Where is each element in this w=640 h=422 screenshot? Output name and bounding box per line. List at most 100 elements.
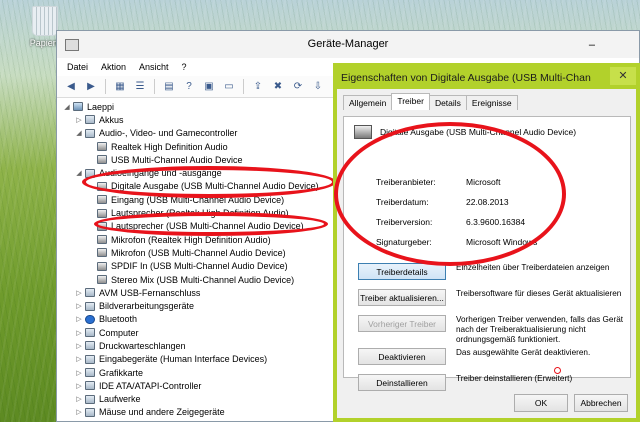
minimize-button[interactable]: – — [589, 39, 595, 51]
expand-arrow-icon[interactable]: ▷ — [75, 342, 83, 350]
stereo-mix-icon — [97, 275, 107, 284]
tree-node[interactable]: ▷ Akkus — [63, 113, 333, 126]
forward-icon[interactable]: ▶ — [83, 79, 99, 94]
tree-node-label: SPDIF In (USB Multi-Channel Audio Device… — [111, 261, 288, 272]
expand-arrow-icon[interactable]: ▷ — [75, 408, 83, 416]
uninstall-button[interactable]: Deinstallieren — [358, 374, 446, 391]
expand-arrow-icon[interactable]: ▷ — [75, 315, 83, 323]
tree-node[interactable]: ▷ Eingabegeräte (Human Interface Devices) — [63, 353, 333, 366]
menu-aktion[interactable]: Aktion — [101, 62, 126, 72]
device-manager-title: Geräte-Manager — [307, 38, 389, 50]
update-driver-row: Treiber aktualisieren... Treibersoftware… — [358, 289, 626, 306]
expand-arrow-icon[interactable]: ▷ — [75, 329, 83, 337]
tree-node[interactable]: ◢ Laeppi — [63, 100, 333, 113]
uninstall-description: Treiber deinstallieren (Erweitert) — [456, 374, 573, 383]
rollback-driver-button[interactable]: Vorheriger Treiber — [358, 315, 446, 332]
driver-details-row: Treiberdetails Einzelheiten über Treiber… — [358, 263, 626, 280]
expand-arrow-icon[interactable]: ▷ — [75, 395, 83, 403]
tree-node[interactable]: ▷ Druckwarteschlangen — [63, 339, 333, 352]
list-view-icon[interactable]: ☰ — [132, 79, 148, 94]
battery-icon — [85, 115, 95, 125]
rollback-driver-row: Vorheriger Treiber Vorherigen Treiber ve… — [358, 315, 626, 345]
toolbar-separator — [105, 79, 106, 94]
scan-hardware-icon[interactable]: ⟳ — [290, 79, 306, 94]
tab-treiber[interactable]: Treiber — [391, 93, 430, 110]
audio-device-icon — [97, 142, 107, 152]
recycle-bin-icon — [32, 6, 58, 36]
tree-node[interactable]: Mikrofon (USB Multi-Channel Audio Device… — [63, 246, 333, 259]
expand-arrow-icon[interactable]: ▷ — [75, 116, 83, 124]
driver-details-button[interactable]: Treiberdetails — [358, 263, 446, 280]
tab-ereignisse[interactable]: Ereignisse — [465, 95, 518, 110]
ok-button[interactable]: OK — [514, 394, 568, 412]
tree-node[interactable]: SPDIF In (USB Multi-Channel Audio Device… — [63, 260, 333, 273]
disable-device-description: Das ausgewählte Gerät deaktivieren. — [456, 348, 591, 357]
computer-icon — [85, 328, 95, 338]
tree-node-label: Akkus — [99, 114, 124, 125]
uninstall-icon[interactable]: ✖ — [270, 79, 286, 94]
tree-node-label: Laeppi — [87, 101, 115, 112]
tree-node[interactable]: ▷ Grafikkarte — [63, 366, 333, 379]
tree-node-label: Stereo Mix (USB Multi-Channel Audio Devi… — [111, 274, 295, 285]
tree-node-label: Mäuse und andere Zeigegeräte — [99, 407, 225, 418]
menu-ansicht[interactable]: Ansicht — [139, 62, 169, 72]
properties-view-icon[interactable]: ▦ — [112, 79, 128, 94]
tree-node[interactable]: ▷ AVM USB-Fernanschluss — [63, 286, 333, 299]
tree-node[interactable]: ▷ Mäuse und andere Zeigegeräte — [63, 406, 333, 419]
ide-controller-icon — [85, 381, 95, 391]
panel-icon[interactable]: ▣ — [201, 79, 217, 94]
expand-arrow-icon[interactable]: ▷ — [75, 355, 83, 363]
annotation-dot — [554, 367, 561, 374]
tree-node-label: Bildverarbeitungsgeräte — [99, 301, 195, 312]
tree-node-label: Mikrofon (USB Multi-Channel Audio Device… — [111, 247, 286, 258]
usb-icon — [85, 288, 95, 298]
spdif-icon — [97, 261, 107, 271]
toolbar-separator — [154, 79, 155, 94]
close-button[interactable]: ✕ — [610, 67, 636, 85]
expand-arrow-icon[interactable]: ▷ — [75, 382, 83, 390]
annotation-ellipse — [82, 166, 336, 198]
device-tree: ◢ Laeppi ▷ Akkus ◢ Audio-, Video- und Gamecon… — [63, 100, 333, 419]
device-manager-titlebar[interactable]: Geräte-Manager – — [57, 31, 639, 58]
enable-device-icon[interactable]: ⇩ — [310, 79, 326, 94]
speaker-icon — [97, 208, 107, 218]
expand-arrow-icon[interactable]: ◢ — [63, 103, 71, 111]
tree-node[interactable]: ▷ Bildverarbeitungsgeräte — [63, 299, 333, 312]
disable-device-button[interactable]: Deaktivieren — [358, 348, 446, 365]
expand-arrow-icon[interactable]: ▷ — [75, 289, 83, 297]
tree-node[interactable]: Realtek High Definition Audio — [63, 140, 333, 153]
bluetooth-icon — [85, 314, 95, 324]
tab-allgemein[interactable]: Allgemein — [343, 95, 393, 110]
tree-node[interactable]: ▷ Laufwerke — [63, 393, 333, 406]
menu-help[interactable]: ? — [182, 62, 187, 72]
expand-arrow-icon[interactable]: ◢ — [75, 169, 83, 177]
menu-datei[interactable]: Datei — [67, 62, 88, 72]
back-icon[interactable]: ◀ — [63, 79, 79, 94]
toolbar-separator — [243, 79, 244, 94]
expand-arrow-icon[interactable]: ▷ — [75, 302, 83, 310]
update-driver-button[interactable]: Treiber aktualisieren... — [358, 289, 446, 306]
expand-arrow-icon[interactable]: ◢ — [75, 129, 83, 137]
tree-node-label: AVM USB-Fernanschluss — [99, 287, 201, 298]
tree-node-label: Bluetooth — [99, 314, 138, 325]
tree-node-label: IDE ATA/ATAPI-Controller — [99, 380, 202, 391]
tree-node[interactable]: Stereo Mix (USB Multi-Channel Audio Devi… — [63, 273, 333, 286]
properties-titlebar[interactable]: Eigenschaften von Digitale Ausgabe (USB … — [337, 67, 636, 89]
tree-node[interactable]: ▷ Computer — [63, 326, 333, 339]
mouse-icon — [85, 407, 95, 417]
cancel-button[interactable]: Abbrechen — [574, 394, 628, 412]
tab-details[interactable]: Details — [428, 95, 467, 110]
sheet-icon[interactable]: ▤ — [161, 79, 177, 94]
tree-node[interactable]: ▷ Bluetooth — [63, 313, 333, 326]
tree-node[interactable]: USB Multi-Channel Audio Device — [63, 153, 333, 166]
tree-node[interactable]: ▷ IDE ATA/ATAPI-Controller — [63, 379, 333, 392]
help-icon[interactable]: ? — [181, 79, 197, 94]
properties-title: Eigenschaften von Digitale Ausgabe (USB … — [341, 72, 591, 84]
update-driver-icon[interactable]: ⇪ — [250, 79, 266, 94]
expand-arrow-icon[interactable]: ▷ — [75, 369, 83, 377]
drive-icon — [85, 394, 95, 404]
tree-node[interactable]: ◢ Audio-, Video- und Gamecontroller — [63, 127, 333, 140]
monitor-icon[interactable]: ▭ — [221, 79, 237, 94]
display-adapter-icon — [85, 368, 95, 378]
printer-icon — [85, 341, 95, 351]
